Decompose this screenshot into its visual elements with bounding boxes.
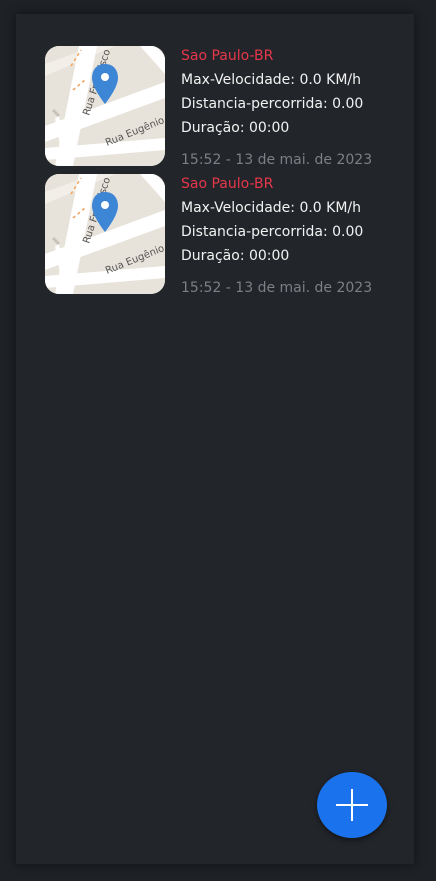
trip-max-speed: Max-Velocidade: 0.0 KM/h [181, 200, 362, 216]
trip-city: Sao Paulo-BR [181, 176, 274, 192]
trip-info: Sao Paulo-BR Max-Velocidade: 0.0 KM/h Di… [181, 172, 372, 302]
trip-duration: Duração: 00:00 [181, 120, 290, 136]
add-trip-button[interactable] [317, 772, 387, 838]
trip-list-item[interactable]: Rua Francisco Rua Eugênio Sao Paulo-BR M… [45, 46, 405, 174]
trip-timestamp: 15:52 - 13 de mai. de 2023 [181, 280, 373, 296]
trip-timestamp: 15:52 - 13 de mai. de 2023 [181, 152, 373, 168]
trip-max-speed: Max-Velocidade: 0.0 KM/h [181, 72, 362, 88]
trip-city: Sao Paulo-BR [181, 48, 274, 64]
trip-distance: Distancia-percorrida: 0.00 [181, 224, 364, 240]
trip-distance: Distancia-percorrida: 0.00 [181, 96, 364, 112]
app-screen: Rua Francisco Rua Eugênio Sao Paulo-BR M… [16, 14, 414, 864]
map-thumbnail: Rua Francisco Rua Eugênio [45, 174, 165, 294]
trip-list-item[interactable]: Rua Francisco Rua Eugênio Sao Paulo-BR M… [45, 174, 405, 302]
plus-icon [336, 789, 368, 821]
trip-list: Rua Francisco Rua Eugênio Sao Paulo-BR M… [45, 46, 405, 302]
trip-info: Sao Paulo-BR Max-Velocidade: 0.0 KM/h Di… [181, 44, 372, 174]
trip-duration: Duração: 00:00 [181, 248, 290, 264]
map-thumbnail: Rua Francisco Rua Eugênio [45, 46, 165, 166]
